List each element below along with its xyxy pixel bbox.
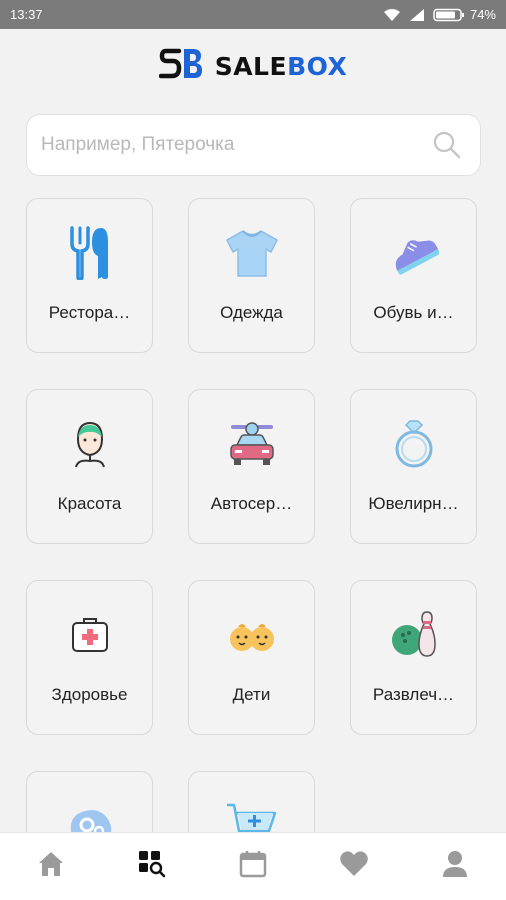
face-mask-icon (62, 416, 118, 472)
category-tile-restaurants[interactable]: Рестора… (26, 198, 153, 353)
wifi-icon (383, 8, 401, 22)
category-label: Рестора… (48, 303, 131, 322)
search-bar[interactable] (26, 114, 481, 176)
category-tile-jewelry[interactable]: Ювелирн… (350, 389, 477, 544)
status-bar: 13:37 74% (0, 0, 506, 29)
battery-icon (433, 8, 465, 22)
category-tile-clothes[interactable]: Одежда (188, 198, 315, 353)
bottom-navigation (0, 832, 506, 900)
search-input[interactable] (41, 134, 432, 156)
brand-name-sale: SALE (214, 51, 288, 81)
nav-home[interactable] (21, 837, 81, 897)
category-label: Ювелирн… (368, 494, 459, 513)
category-tile-kids[interactable]: Дети (188, 580, 315, 735)
category-label: Дети (232, 685, 271, 704)
signal-icon (409, 8, 425, 22)
category-tile-entertainment[interactable]: Развлеч… (350, 580, 477, 735)
category-label: Здоровье (51, 685, 128, 704)
category-label: Красота (57, 494, 122, 513)
ring-icon (386, 416, 442, 472)
nav-calendar[interactable] (223, 837, 283, 897)
brand-name-box: BOX (287, 51, 348, 81)
tshirt-icon (224, 225, 280, 281)
battery-level: 74% (469, 7, 496, 22)
catalog-search-icon[interactable] (138, 850, 166, 883)
category-tile-shoes[interactable]: Обувь и… (350, 198, 477, 353)
salebox-logo (158, 45, 205, 88)
category-label: Развлеч… (372, 685, 455, 704)
bowling-icon (386, 607, 442, 663)
nav-profile[interactable] (425, 837, 485, 897)
category-tile-auto[interactable]: Автосер… (188, 389, 315, 544)
calendar-icon[interactable] (239, 850, 267, 883)
brand-name: SALEBOX (215, 52, 348, 81)
fork-knife-icon (62, 225, 118, 281)
car-service-icon (224, 416, 280, 472)
category-label: Автосер… (210, 494, 293, 513)
kids-icon (224, 607, 280, 663)
first-aid-kit-icon (62, 607, 118, 663)
sneaker-icon (386, 225, 442, 281)
status-time: 13:37 (10, 7, 43, 22)
category-grid: Рестора… Одежда Обувь и… Красота Автосер… (26, 198, 478, 900)
category-label: Одежда (220, 303, 283, 322)
category-label: Обувь и… (373, 303, 454, 322)
category-tile-beauty[interactable]: Красота (26, 389, 153, 544)
category-tile-health[interactable]: Здоровье (26, 580, 153, 735)
app-header: SALEBOX (0, 44, 506, 88)
home-icon[interactable] (37, 850, 65, 883)
search-icon[interactable] (432, 130, 462, 160)
heart-icon[interactable] (339, 850, 369, 883)
nav-favorites[interactable] (324, 837, 384, 897)
nav-catalog[interactable] (122, 837, 182, 897)
profile-icon[interactable] (442, 850, 468, 883)
